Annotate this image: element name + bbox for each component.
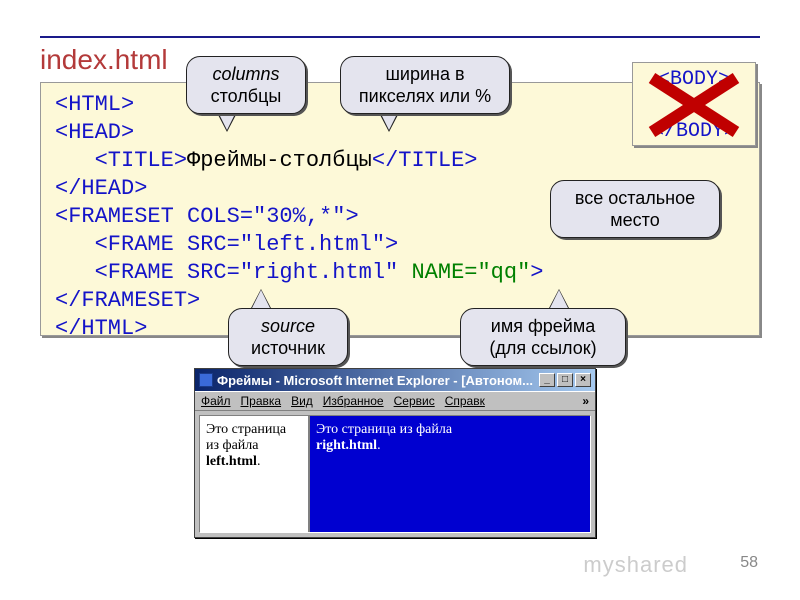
code-tag: </HTML> (55, 316, 147, 341)
menu-favorites[interactable]: Избранное (323, 394, 384, 408)
code-attr: NAME="qq" (411, 260, 530, 285)
chevron-icon[interactable]: » (582, 394, 589, 408)
callout-en: columns (201, 63, 291, 85)
menu-view[interactable]: Вид (291, 394, 313, 408)
body-open: <BODY> (635, 67, 753, 93)
maximize-button[interactable]: □ (557, 373, 573, 387)
callout-frame-name: имя фрейма (для ссылок) (460, 308, 626, 366)
callout-tail (251, 290, 271, 310)
code-tag: </FRAMESET> (55, 288, 200, 313)
code-text: Фреймы-столбцы (187, 148, 372, 173)
browser-viewport: Это страница из файла left.html. Это стр… (199, 415, 591, 533)
right-text: Это страница из файла (316, 422, 452, 437)
code-tag: > (530, 260, 543, 285)
code-tag: <FRAME SRC="right.html" (55, 260, 411, 285)
titlebar: Фреймы - Microsoft Internet Explorer - [… (195, 369, 595, 391)
code-tag: <FRAMESET COLS="30%,*"> (55, 204, 359, 229)
left-filename: left.html (206, 454, 257, 469)
window-buttons: _ □ × (539, 373, 591, 387)
code-tag: <HTML> (55, 92, 134, 117)
menu-file[interactable]: Файл (201, 394, 231, 408)
callout-source: source источник (228, 308, 348, 366)
left-text: Это страница из файла (206, 422, 286, 453)
dot: . (377, 438, 381, 453)
page-title: index.html (40, 44, 168, 76)
code-tag: <HEAD> (55, 120, 134, 145)
callout-width: ширина в пикселях или % (340, 56, 510, 114)
menubar: Файл Правка Вид Избранное Сервис Справк … (195, 391, 595, 411)
frame-left: Это страница из файла left.html. (200, 416, 310, 532)
divider (40, 36, 760, 38)
callout-tail (549, 290, 569, 310)
callout-rest: все остальное место (550, 180, 720, 238)
code-tag: <TITLE> (55, 148, 187, 173)
callout-ru: источник (243, 337, 333, 359)
code-tag: </HEAD> (55, 176, 147, 201)
browser-window: Фреймы - Microsoft Internet Explorer - [… (194, 368, 596, 538)
callout-en: source (243, 315, 333, 337)
close-button[interactable]: × (575, 373, 591, 387)
callout-text: имя фрейма (для ссылок) (475, 315, 611, 359)
callout-text: ширина в пикселях или % (355, 63, 495, 107)
code-tag: </TITLE> (372, 148, 478, 173)
frame-right: Это страница из файла right.html. (310, 416, 590, 532)
minimize-button[interactable]: _ (539, 373, 555, 387)
page-number: 58 (740, 554, 758, 572)
ie-icon (199, 373, 213, 387)
menu-help[interactable]: Справк (445, 394, 485, 408)
body-tag-box: <BODY> ... </BODY> (632, 62, 756, 146)
window-title: Фреймы - Microsoft Internet Explorer - [… (217, 373, 533, 388)
body-dots: ... (635, 93, 753, 119)
callout-ru: столбцы (201, 85, 291, 107)
callout-columns: columns столбцы (186, 56, 306, 114)
body-close: </BODY> (635, 119, 753, 145)
menu-tools[interactable]: Сервис (394, 394, 435, 408)
callout-text: все остальное место (565, 187, 705, 231)
right-filename: right.html (316, 438, 377, 453)
watermark: myshared (583, 552, 688, 578)
menu-edit[interactable]: Правка (241, 394, 282, 408)
dot: . (257, 454, 261, 469)
code-tag: <FRAME SRC="left.html"> (55, 232, 398, 257)
